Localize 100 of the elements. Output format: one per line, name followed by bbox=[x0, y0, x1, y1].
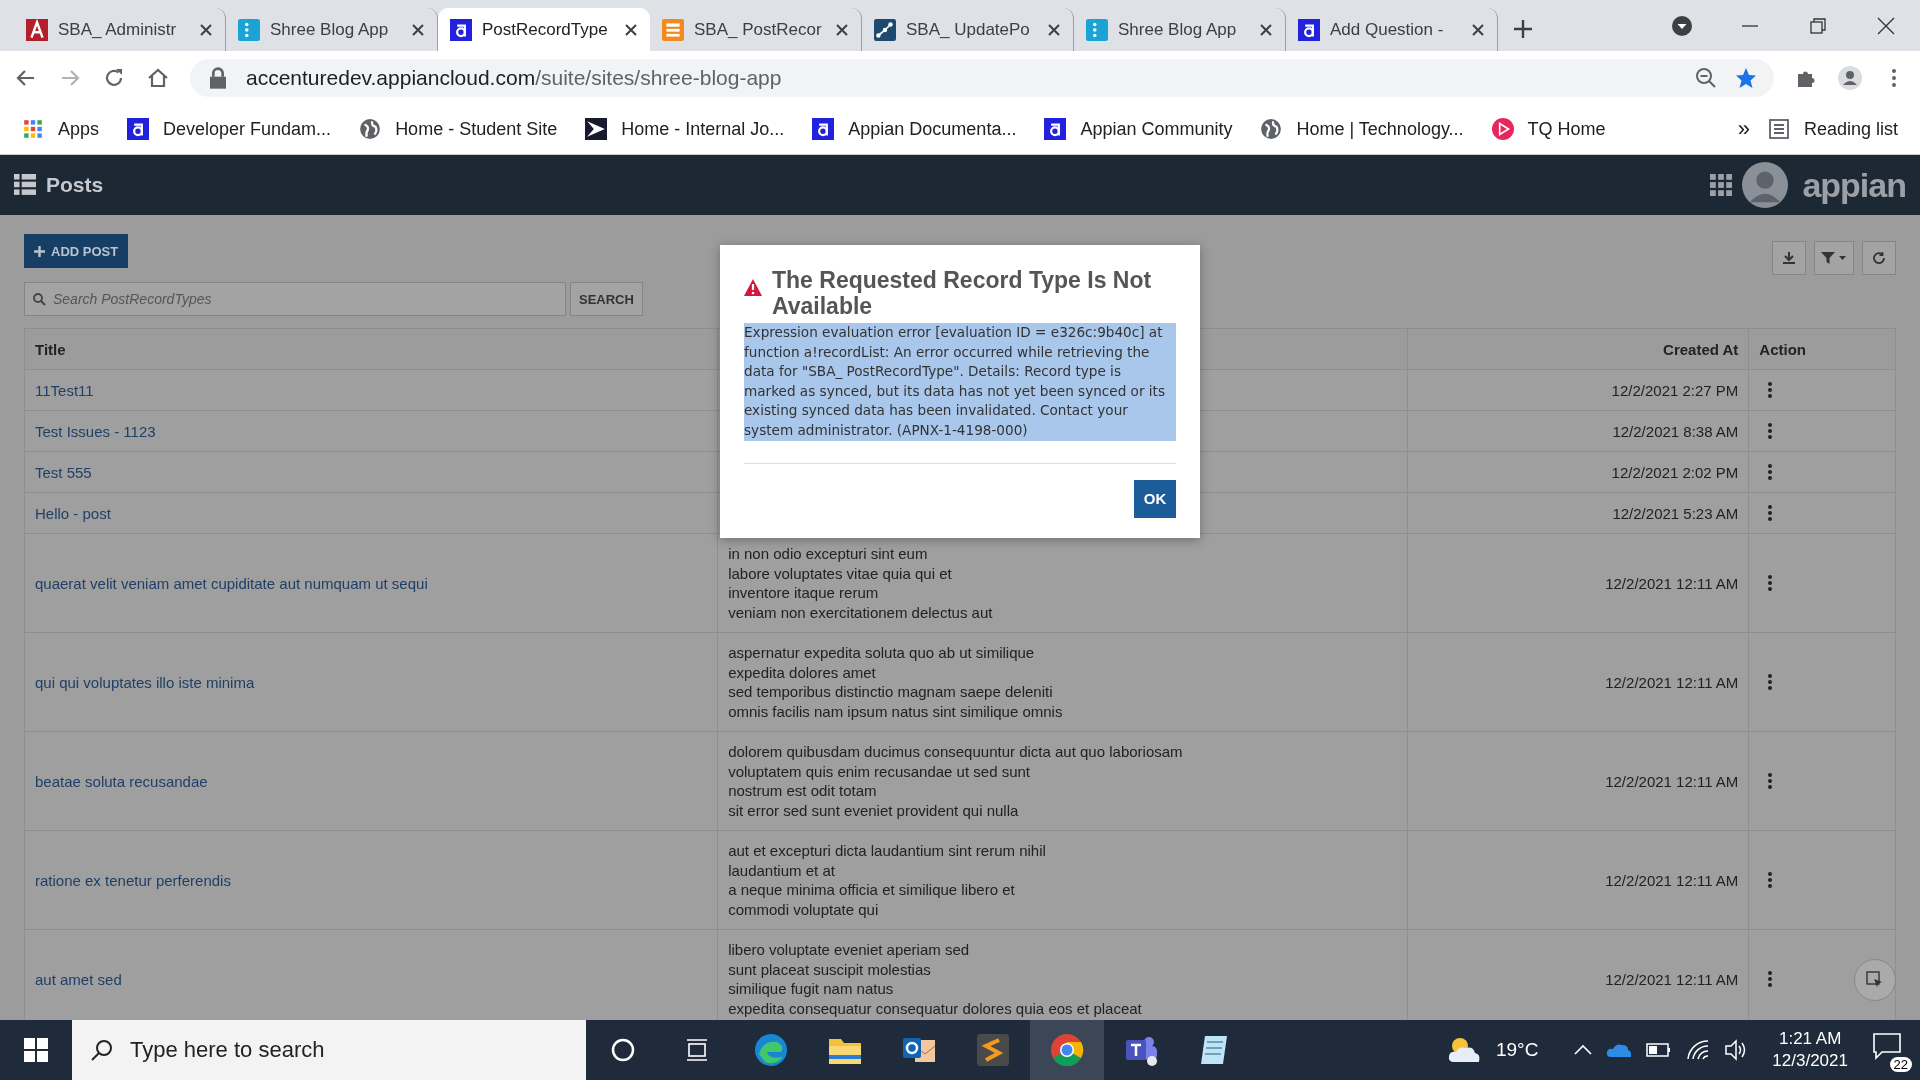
bookmark-link[interactable]: Appian Documenta... bbox=[812, 118, 1017, 140]
refresh-icon bbox=[1872, 251, 1886, 265]
logo-icon bbox=[450, 18, 472, 41]
post-body-text: dolorem quibusdam ducimus consequuntur dicta aut quo laboriosam voluptatem quis enim recusandae ut sed sunt nostrum est odit totam sit error sed sunt eveniet provident qui nulla bbox=[728, 742, 1184, 820]
download-button[interactable] bbox=[1772, 241, 1806, 275]
close-icon[interactable] bbox=[1876, 15, 1896, 36]
restore-icon[interactable] bbox=[1808, 15, 1828, 36]
bookmark-link[interactable]: Home - Internal Jo... bbox=[585, 118, 785, 140]
message-icon bbox=[1872, 1032, 1902, 1060]
apps-icon bbox=[22, 118, 44, 140]
reading-list-button[interactable]: Reading list bbox=[1767, 118, 1898, 140]
post-body-text: libero voluptate eveniet aperiam sed sunt placeat suscipit molestias similique fugit nam natus expedita consequatur consequatur dolores quia eos et placeat bbox=[728, 940, 1143, 1018]
bookmark-link[interactable]: Developer Fundam... bbox=[127, 118, 332, 140]
globe-icon bbox=[1260, 118, 1283, 140]
search-icon bbox=[33, 293, 46, 306]
more-actions-icon[interactable] bbox=[1767, 381, 1774, 399]
created-at-cell: 12/2/2021 12:11 AM bbox=[1407, 830, 1749, 930]
ok-button[interactable]: OK bbox=[1134, 479, 1176, 518]
close-icon[interactable] bbox=[835, 22, 849, 37]
taskbar-search-field[interactable]: Type here to search bbox=[72, 1020, 586, 1080]
download-icon bbox=[1782, 251, 1796, 265]
post-title-link[interactable]: quaerat velit veniam amet cupiditate aut numquam ut sequi bbox=[35, 574, 428, 592]
more-actions-icon[interactable] bbox=[1767, 463, 1774, 481]
close-icon[interactable] bbox=[1259, 22, 1273, 37]
post-title-link[interactable]: Test Issues - 1123 bbox=[35, 422, 156, 440]
column-header[interactable]: Title bbox=[24, 328, 718, 370]
tab-search-icon[interactable] bbox=[1672, 15, 1692, 36]
page-title: Posts bbox=[46, 173, 104, 197]
error-message: Expression evaluation error [evaluation ID = e326c:9b40c] at function a!recordList: An error occurred while retrieving the data for "SBA_ PostRecordType". Details: Record type is marked as synced, but its data has not yet been synced or its existing synced data has been invalidated. Contact your system administrator. (APNX-1-4198-000) bbox=[744, 323, 1176, 441]
profile-icon[interactable] bbox=[1838, 65, 1862, 90]
more-actions-icon[interactable] bbox=[1767, 574, 1774, 592]
close-icon[interactable] bbox=[199, 22, 213, 37]
chrome-icon[interactable] bbox=[1049, 1032, 1085, 1068]
grid-icon bbox=[14, 174, 36, 196]
post-body-text: aut et excepturi dicta laudantium sint rerum nihil laudantium et at a neque minima officia et similique libero et commodi voluptate qui bbox=[728, 841, 1047, 919]
more-actions-icon[interactable] bbox=[1767, 673, 1774, 691]
bookmark-link[interactable]: TQ Home bbox=[1491, 118, 1606, 140]
cloud-icon[interactable] bbox=[1606, 1042, 1633, 1058]
add-post-button[interactable]: ADD POST bbox=[24, 234, 129, 268]
post-title-link[interactable]: Hello - post bbox=[35, 504, 111, 522]
windows-start-icon[interactable] bbox=[24, 1038, 48, 1062]
created-at-cell: 12/2/2021 12:11 AM bbox=[1407, 533, 1749, 633]
flag-icon bbox=[585, 118, 608, 140]
post-title-link[interactable]: 11Test11 bbox=[35, 381, 94, 399]
bookmark-link[interactable]: Appian Community bbox=[1044, 118, 1233, 140]
cortana-icon[interactable] bbox=[610, 1037, 636, 1063]
address-bar[interactable]: accenturedev.appiancloud.com/suite/sites/shree-blog-app bbox=[190, 58, 1774, 97]
bookmark-link[interactable]: Apps bbox=[22, 118, 100, 140]
list-icon bbox=[1767, 118, 1790, 140]
more-actions-icon[interactable] bbox=[1767, 504, 1774, 522]
created-at-cell: 12/2/2021 2:27 PM bbox=[1407, 369, 1749, 411]
post-title-link[interactable]: beatae soluta recusandae bbox=[35, 772, 208, 790]
plus-icon bbox=[34, 245, 45, 257]
clock[interactable]: 1:21 AM 12/3/2021 bbox=[1772, 1028, 1848, 1072]
bookmark-link[interactable]: Home | Technology... bbox=[1260, 118, 1464, 140]
temperature-text: 19°C bbox=[1495, 1039, 1539, 1061]
close-icon[interactable] bbox=[1047, 22, 1061, 37]
more-actions-icon[interactable] bbox=[1767, 871, 1774, 889]
column-header: Action bbox=[1748, 328, 1896, 370]
post-title-link[interactable]: qui qui voluptates illo iste minima bbox=[35, 673, 255, 691]
more-bookmarks-button[interactable]: » bbox=[1737, 116, 1750, 142]
wifi-icon[interactable] bbox=[1686, 1039, 1711, 1061]
new-tab-icon[interactable] bbox=[1512, 18, 1534, 40]
close-icon[interactable] bbox=[1471, 22, 1485, 37]
close-icon[interactable] bbox=[411, 22, 425, 37]
search-button[interactable]: SEARCH bbox=[570, 282, 643, 316]
task-view-icon[interactable] bbox=[684, 1037, 710, 1063]
cursor-icon bbox=[1866, 971, 1884, 989]
chevron-up-icon[interactable] bbox=[1574, 1044, 1593, 1056]
edge-browser-icon[interactable] bbox=[753, 1032, 789, 1068]
more-actions-icon[interactable] bbox=[1767, 970, 1774, 988]
browser-tab[interactable]: PostRecordType bbox=[438, 8, 650, 51]
column-header[interactable]: Created At bbox=[1407, 328, 1749, 370]
more-actions-icon[interactable] bbox=[1767, 772, 1774, 790]
post-title-link[interactable]: ratione ex tenetur perferendis bbox=[35, 871, 231, 889]
apps-grid-icon[interactable] bbox=[1710, 174, 1733, 196]
bookmark-link[interactable]: Home - Student Site bbox=[359, 118, 558, 140]
logo-icon bbox=[127, 118, 150, 140]
more-actions-icon[interactable] bbox=[1767, 422, 1774, 440]
post-title-link[interactable]: aut amet sed bbox=[35, 970, 122, 988]
refresh-button[interactable] bbox=[1862, 241, 1896, 275]
post-body-text: aspernatur expedita soluta quo ab ut similique expedita dolores amet sed temporibus distinctio magnam saepe deleniti omnis facilis nam ipsum natus sint similique omnis bbox=[728, 643, 1064, 721]
logo: appian bbox=[1802, 165, 1906, 205]
created-at-cell: 12/2/2021 5:23 AM bbox=[1407, 492, 1749, 534]
zoom-out-icon[interactable] bbox=[1694, 65, 1718, 90]
editor-app-icon[interactable] bbox=[975, 1032, 1011, 1068]
created-at-cell: 12/2/2021 12:11 AM bbox=[1407, 731, 1749, 831]
filter-icon bbox=[1821, 251, 1847, 265]
play-icon bbox=[1491, 118, 1514, 140]
battery-icon[interactable] bbox=[1646, 1042, 1673, 1058]
close-icon[interactable] bbox=[624, 22, 638, 37]
avatar-icon[interactable] bbox=[1742, 162, 1789, 208]
logo-icon bbox=[1298, 18, 1320, 41]
search-field[interactable]: Search PostRecordTypes bbox=[24, 282, 566, 316]
record-icon bbox=[662, 18, 684, 41]
created-at-cell: 12/2/2021 8:38 AM bbox=[1407, 410, 1749, 452]
globe-icon bbox=[359, 118, 382, 140]
post-title-link[interactable]: Test 555 bbox=[35, 463, 92, 481]
filter-button[interactable] bbox=[1814, 241, 1854, 275]
logo-icon bbox=[1044, 118, 1067, 140]
